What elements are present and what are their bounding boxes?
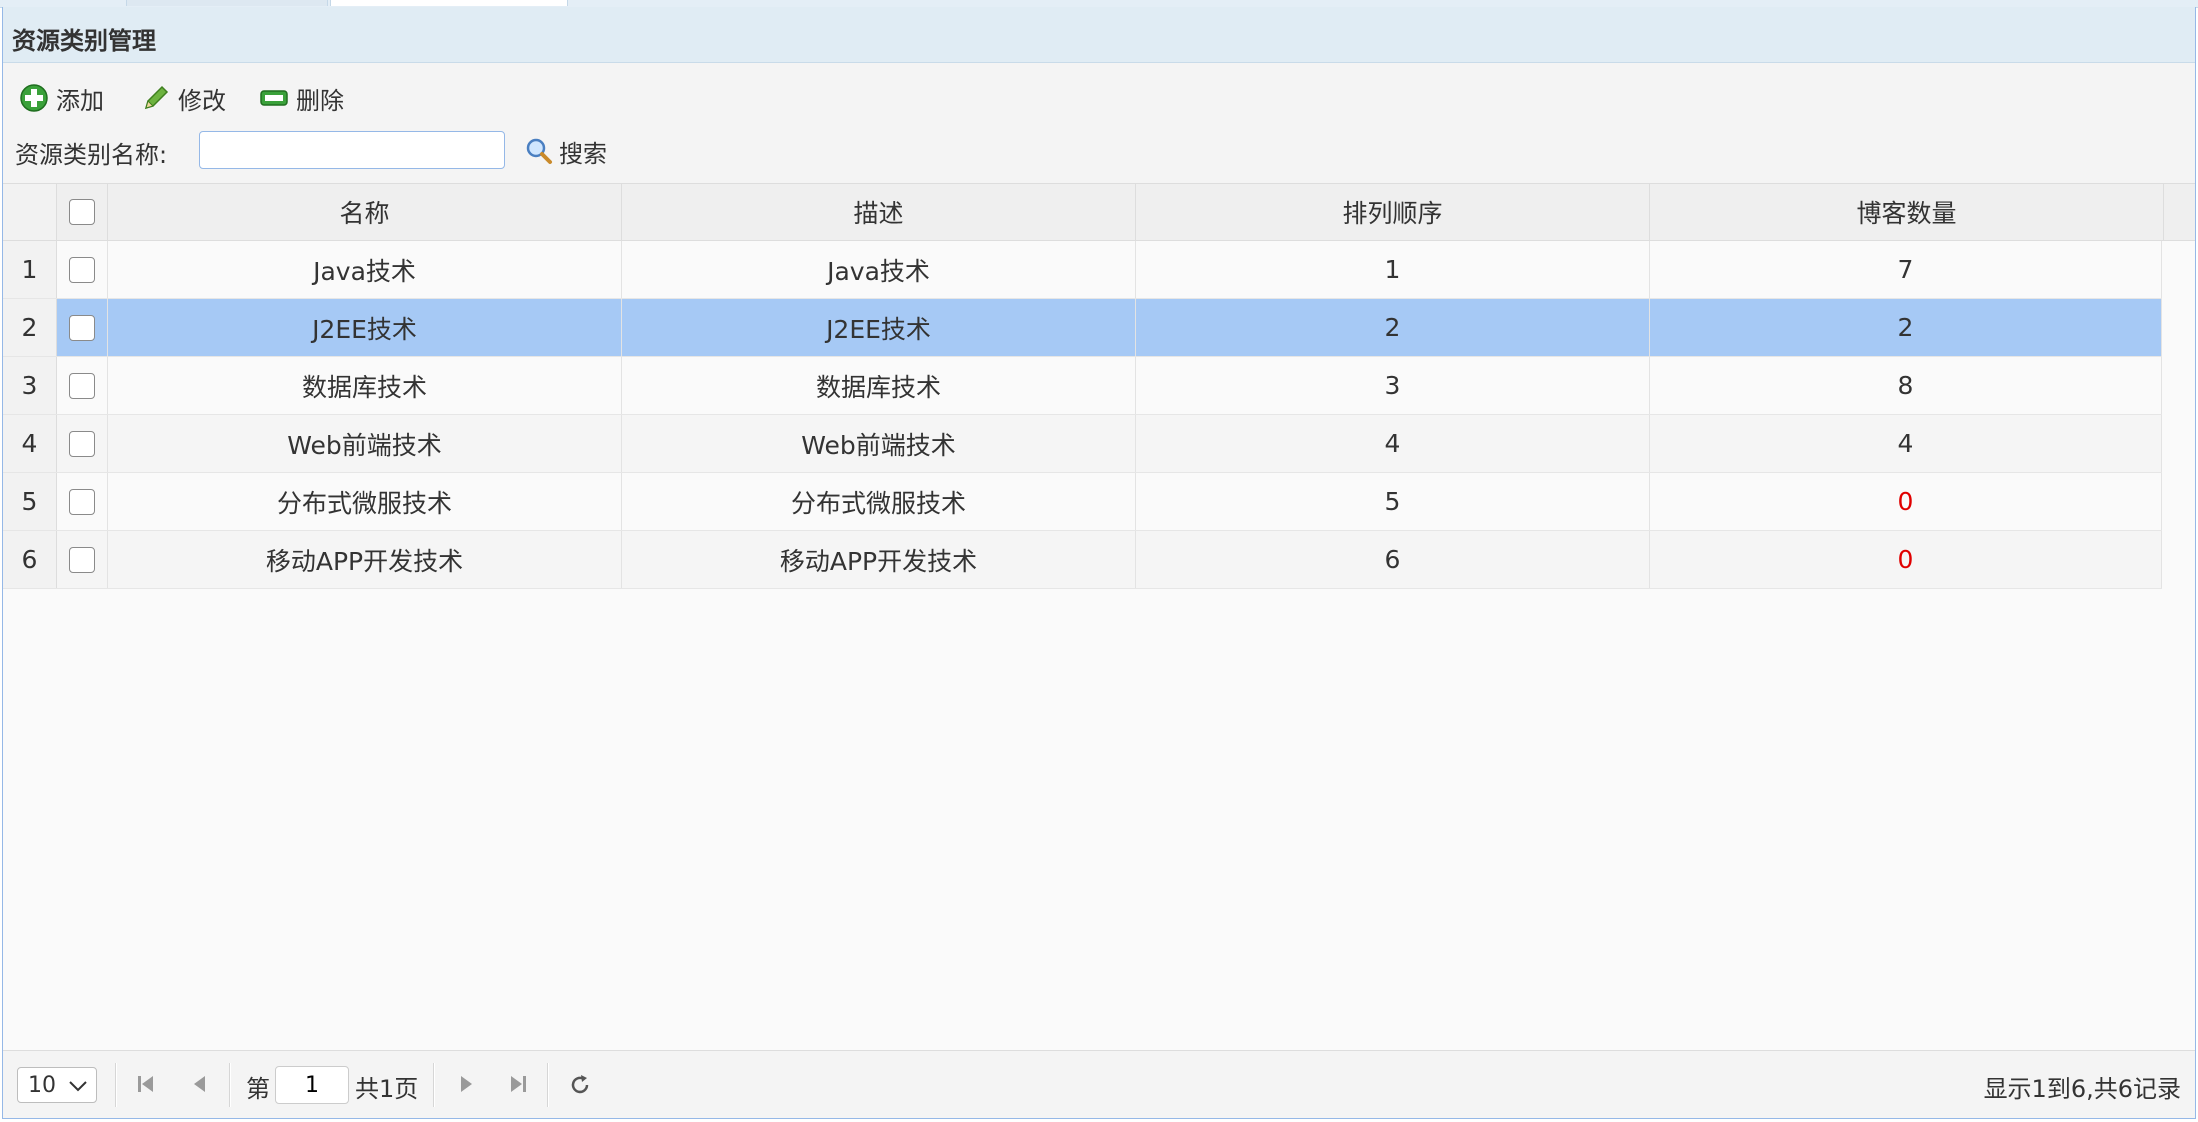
edit-button[interactable]: 修改 [141,81,226,115]
row-checkbox[interactable] [69,372,95,399]
cell-desc: 移动APP开发技术 [622,531,1136,588]
cell-name: 数据库技术 [108,357,622,414]
header-checkbox-cell [57,184,108,240]
cell-name: J2EE技术 [108,299,622,356]
magnifier-icon [526,138,552,164]
add-button[interactable]: 添加 [19,81,104,115]
cell-desc: Java技术 [622,241,1136,298]
cell-count: 0 [1650,531,2162,588]
pagination-bar: 10 第 共1页 [3,1050,2195,1118]
grid-header: 名称 描述 排列顺序 博客数量 [3,183,2195,241]
column-header-desc[interactable]: 描述 [622,184,1136,240]
next-page-icon[interactable] [455,1073,477,1095]
cell-order: 1 [1136,241,1650,298]
page-title: 资源类别管理 [12,27,156,55]
cell-name: Web前端技术 [108,415,622,472]
row-checkbox-cell [57,415,108,472]
chevron-down-icon [69,1081,87,1092]
search-button[interactable]: 搜索 [525,134,607,168]
select-all-checkbox[interactable] [69,199,95,225]
cell-desc: J2EE技术 [622,299,1136,356]
column-header-count[interactable]: 博客数量 [1650,184,2164,240]
plus-icon [20,84,48,112]
page-number-input[interactable] [275,1066,349,1104]
add-label: 添加 [56,86,104,115]
table-row[interactable]: 5 分布式微服技术 分布式微服技术 5 0 [3,473,2162,531]
search-label: 资源类别名称: [15,141,168,169]
cell-count: 0 [1650,473,2162,530]
pager-separator [433,1063,435,1107]
page-total: 共1页 [355,1075,419,1103]
cell-desc: 数据库技术 [622,357,1136,414]
page-prefix: 第 [246,1075,270,1103]
row-checkbox-cell [57,241,108,298]
cell-name: 移动APP开发技术 [108,531,622,588]
cell-order: 6 [1136,531,1650,588]
row-number: 1 [3,241,57,298]
toolbar: 添加 修改 删除 资源类别名称: 搜索 [3,63,2195,183]
first-page-icon[interactable] [135,1073,157,1095]
table-row[interactable]: 1 Java技术 Java技术 1 7 [3,241,2162,299]
header-rownum [3,184,57,240]
row-checkbox[interactable] [69,256,95,283]
row-checkbox-cell [57,357,108,414]
column-header-order[interactable]: 排列顺序 [1136,184,1650,240]
cell-name: Java技术 [108,241,622,298]
row-number: 4 [3,415,57,472]
cell-desc: 分布式微服技术 [622,473,1136,530]
edit-label: 修改 [178,86,226,115]
cell-name: 分布式微服技术 [108,473,622,530]
cell-order: 2 [1136,299,1650,356]
search-input[interactable] [199,131,505,169]
tab-active[interactable] [330,0,568,6]
panel-header: 资源类别管理 [3,7,2195,63]
row-checkbox-cell [57,531,108,588]
cell-count: 2 [1650,299,2162,356]
row-checkbox[interactable] [69,488,95,515]
row-number: 5 [3,473,57,530]
main-panel: 资源类别管理 添加 修改 删除 资源类别名称: 搜索 名称 描述 排列顺序 博客… [2,7,2196,1119]
pager-separator [115,1063,117,1107]
row-checkbox[interactable] [69,314,95,341]
tab-previous[interactable] [126,0,328,6]
cell-order: 5 [1136,473,1650,530]
row-checkbox-cell [57,299,108,356]
record-info: 显示1到6,共6记录 [1983,1075,2181,1103]
cell-order: 3 [1136,357,1650,414]
row-checkbox[interactable] [69,430,95,457]
row-checkbox[interactable] [69,546,95,573]
row-number: 2 [3,299,57,356]
search-button-label: 搜索 [559,139,607,168]
refresh-icon[interactable] [568,1073,592,1097]
cell-count: 8 [1650,357,2162,414]
pager-separator [547,1063,549,1107]
delete-label: 删除 [296,86,344,115]
cell-desc: Web前端技术 [622,415,1136,472]
table-row[interactable]: 6 移动APP开发技术 移动APP开发技术 6 0 [3,531,2162,589]
table-row[interactable]: 3 数据库技术 数据库技术 3 8 [3,357,2162,415]
table-row[interactable]: 4 Web前端技术 Web前端技术 4 4 [3,415,2162,473]
cell-count: 7 [1650,241,2162,298]
prev-page-icon[interactable] [189,1073,211,1095]
cell-order: 4 [1136,415,1650,472]
row-number: 3 [3,357,57,414]
page-size-value: 10 [28,1072,56,1098]
pager-separator [229,1063,231,1107]
cell-count: 4 [1650,415,2162,472]
table-row-selected[interactable]: 2 J2EE技术 J2EE技术 2 2 [3,299,2162,357]
minus-icon [260,90,288,106]
pencil-icon [144,85,169,110]
last-page-icon[interactable] [507,1073,529,1095]
row-number: 6 [3,531,57,588]
page-size-select[interactable]: 10 [17,1067,97,1103]
delete-button[interactable]: 删除 [259,81,344,115]
column-header-name[interactable]: 名称 [108,184,622,240]
app-frame: 资源类别管理 添加 修改 删除 资源类别名称: 搜索 名称 描述 排列顺序 博客… [0,0,2198,1122]
row-checkbox-cell [57,473,108,530]
